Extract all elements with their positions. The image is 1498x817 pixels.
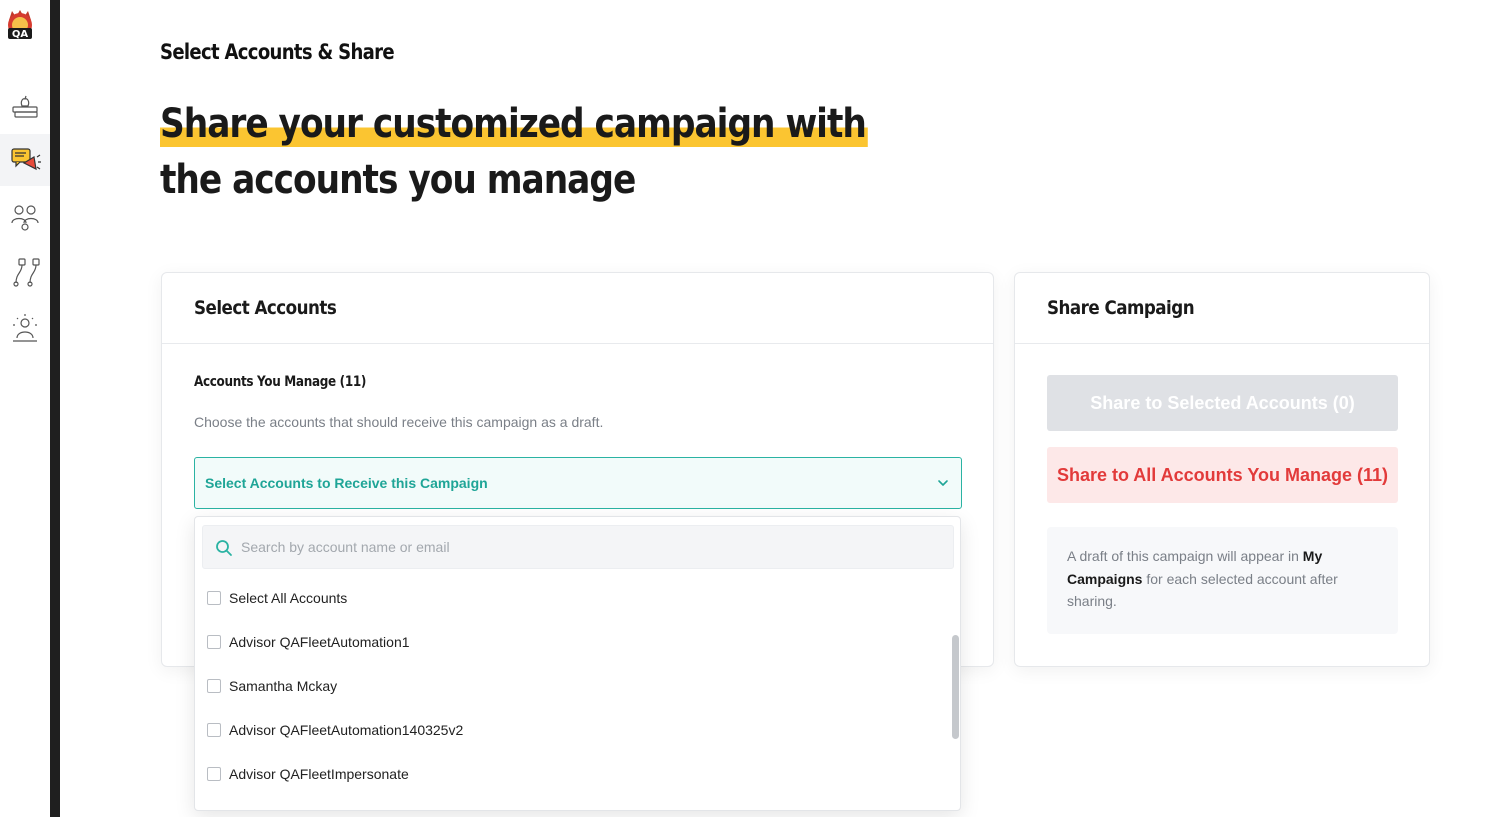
checkbox[interactable] [207,723,221,737]
select-accounts-header: Select Accounts [162,273,993,344]
nav-library[interactable] [0,78,50,130]
chevron-down-icon [938,480,948,486]
accounts-description: Choose the accounts that should receive … [194,414,604,430]
people-icon [11,205,39,231]
option-account[interactable]: Advisor QAFleetAutomation140325v2 [207,719,463,741]
checkbox[interactable] [207,635,221,649]
checkbox[interactable] [207,679,221,693]
campaign-megaphone-icon [11,148,41,171]
share-info-note: A draft of this campaign will appear in … [1047,527,1398,634]
option-account[interactable]: Advisor QAFleetImpersonate [207,763,409,785]
select-accounts-title: Select Accounts [194,297,337,319]
hero-line-2: the accounts you manage [160,157,636,203]
share-campaign-title: Share Campaign [1047,297,1195,319]
share-all-button[interactable]: Share to All Accounts You Manage (11) [1047,447,1398,503]
option-select-all[interactable]: Select All Accounts [207,587,347,609]
share-selected-button[interactable]: Share to Selected Accounts (0) [1047,375,1398,431]
option-label: Advisor QAFleetAutomation1 [229,634,410,650]
accounts-select-label: Select Accounts to Receive this Campaign [205,475,488,491]
share-campaign-card: Share Campaign Share to Selected Account… [1014,272,1430,667]
note-text-start: A draft of this campaign will appear in [1067,548,1303,564]
checkbox[interactable] [207,591,221,605]
account-search [202,525,954,569]
option-label: Advisor QAFleetImpersonate [229,766,409,782]
option-label: Advisor QAFleetAutomation140325v2 [229,722,464,738]
qa-logo[interactable]: QA [5,8,35,40]
dropdown-scrollbar[interactable] [950,575,960,810]
option-account[interactable]: Advisor QAFleetAutomation1 [207,631,410,653]
option-account[interactable]: Samantha Mckay [207,675,337,697]
qa-logo-icon: QA [8,10,32,40]
library-icon [12,95,38,118]
hero-line-1: Share your customized campaign with [160,101,868,147]
option-label: Samantha Mckay [229,678,338,694]
main-content: Select Accounts & Share Share your custo… [60,0,1498,817]
workflow-icon [13,258,40,287]
svg-text:QA: QA [12,29,29,40]
nav-campaigns[interactable] [0,134,50,186]
nav-community[interactable] [0,302,50,354]
sidebar: QA [0,0,50,817]
scrollbar-thumb[interactable] [952,635,959,739]
community-icon [13,314,37,342]
accounts-select[interactable]: Select Accounts to Receive this Campaign [194,457,962,509]
page-title: Share your customized campaign with the … [160,96,983,208]
account-search-input[interactable] [241,526,941,568]
page-eyebrow: Select Accounts & Share [160,40,395,64]
nav-workflow[interactable] [0,246,50,298]
accounts-you-manage-label: Accounts You Manage (11) [194,374,367,390]
share-campaign-header: Share Campaign [1015,273,1429,344]
search-icon [216,540,232,556]
nav-people[interactable] [0,190,50,242]
accounts-dropdown: Select All Accounts Advisor QAFleetAutom… [194,516,961,811]
option-label: Select All Accounts [229,590,348,606]
checkbox[interactable] [207,767,221,781]
sidebar-divider [50,0,60,817]
